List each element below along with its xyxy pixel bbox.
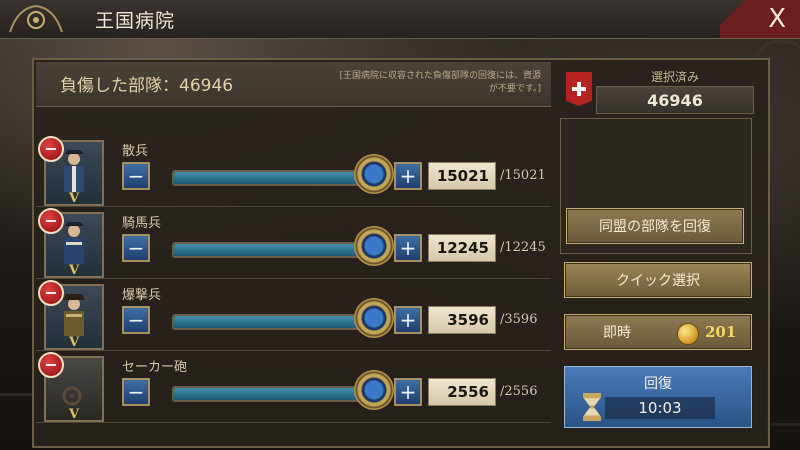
increase-button[interactable]: + bbox=[394, 306, 422, 334]
rank-badge: V bbox=[68, 263, 80, 278]
wounded-count-label: 負傷した部隊：46946 bbox=[60, 76, 234, 96]
decrease-button[interactable]: − bbox=[122, 306, 150, 334]
instant-cost: 201 bbox=[705, 323, 737, 341]
red-cross-flag-icon bbox=[566, 72, 592, 106]
cavalry-icon bbox=[64, 222, 84, 264]
title-bar: 王国病院 X bbox=[0, 0, 800, 39]
slider-knob[interactable] bbox=[354, 226, 394, 266]
remove-unit-button[interactable]: − bbox=[38, 208, 64, 234]
unit-max-count: /12245 bbox=[500, 240, 546, 255]
window-title: 王国病院 bbox=[95, 10, 176, 32]
unit-row: V − 爆撃兵 − + 3596 /3596 bbox=[36, 278, 551, 351]
unit-name: 騎馬兵 bbox=[122, 216, 162, 231]
close-button[interactable]: X bbox=[720, 0, 800, 38]
sidebar: 選択済み 46946 同盟の部隊を回復 クイック選択 即時 201 回復 10:… bbox=[560, 62, 760, 444]
unit-row: V − 騎馬兵 − + 12245 /12245 bbox=[36, 206, 551, 279]
slider-fill bbox=[174, 316, 384, 328]
decrease-button[interactable]: − bbox=[122, 162, 150, 190]
hospital-note: [王国病院に収容された負傷部隊の回復には、資源が不要です。] bbox=[339, 71, 541, 94]
wounded-header: 負傷した部隊：46946 [王国病院に収容された負傷部隊の回復には、資源が不要で… bbox=[36, 62, 551, 107]
skirmisher-icon bbox=[64, 150, 84, 192]
unit-count-input[interactable]: 12245 bbox=[428, 234, 496, 262]
heal-time: 10:03 bbox=[605, 397, 715, 419]
slider-knob[interactable] bbox=[354, 154, 394, 194]
unit-max-count: /15021 bbox=[500, 168, 546, 183]
slider-fill bbox=[174, 388, 384, 400]
unit-row: V − 散兵 − + 15021 /15021 bbox=[36, 134, 551, 207]
heal-button[interactable]: 回復 10:03 bbox=[564, 366, 752, 428]
hourglass-icon bbox=[583, 393, 601, 421]
rank-badge: V bbox=[68, 335, 80, 350]
unit-count-input[interactable]: 15021 bbox=[428, 162, 496, 190]
unit-name: セーカー砲 bbox=[122, 360, 188, 375]
unit-list-area: 負傷した部隊：46946 [王国病院に収容された負傷部隊の回復には、資源が不要で… bbox=[36, 62, 551, 444]
gold-coin-icon bbox=[677, 323, 699, 345]
remove-unit-button[interactable]: − bbox=[38, 136, 64, 162]
unit-name: 爆撃兵 bbox=[122, 288, 162, 303]
remove-unit-button[interactable]: − bbox=[38, 280, 64, 306]
crest-icon bbox=[9, 4, 63, 33]
increase-button[interactable]: + bbox=[394, 378, 422, 406]
unit-max-count: /3596 bbox=[500, 312, 538, 327]
rank-badge: V bbox=[68, 191, 80, 206]
rank-badge: V bbox=[68, 407, 80, 422]
increase-button[interactable]: + bbox=[394, 162, 422, 190]
decrease-button[interactable]: − bbox=[122, 378, 150, 406]
remove-unit-button[interactable]: − bbox=[38, 352, 64, 378]
slider-knob[interactable] bbox=[354, 370, 394, 410]
heal-ally-troops-button[interactable]: 同盟の部隊を回復 bbox=[566, 208, 744, 244]
unit-row: V − セーカー砲 − + 2556 /2556 bbox=[36, 350, 551, 423]
unit-name: 散兵 bbox=[122, 144, 149, 159]
unit-count-input[interactable]: 2556 bbox=[428, 378, 496, 406]
instant-label: 即時 bbox=[603, 325, 631, 341]
heal-label: 回復 bbox=[644, 376, 672, 392]
selected-count: 46946 bbox=[596, 86, 754, 114]
unit-max-count: /2556 bbox=[500, 384, 538, 399]
quick-select-button[interactable]: クイック選択 bbox=[564, 262, 752, 298]
instant-heal-button[interactable]: 即時 201 bbox=[564, 314, 752, 350]
slider-fill bbox=[174, 172, 384, 184]
unit-count-input[interactable]: 3596 bbox=[428, 306, 496, 334]
slider-fill bbox=[174, 244, 384, 256]
slider-knob[interactable] bbox=[354, 298, 394, 338]
grenadier-icon bbox=[63, 294, 85, 336]
decrease-button[interactable]: − bbox=[122, 234, 150, 262]
selected-label: 選択済み bbox=[650, 70, 699, 84]
increase-button[interactable]: + bbox=[394, 234, 422, 262]
